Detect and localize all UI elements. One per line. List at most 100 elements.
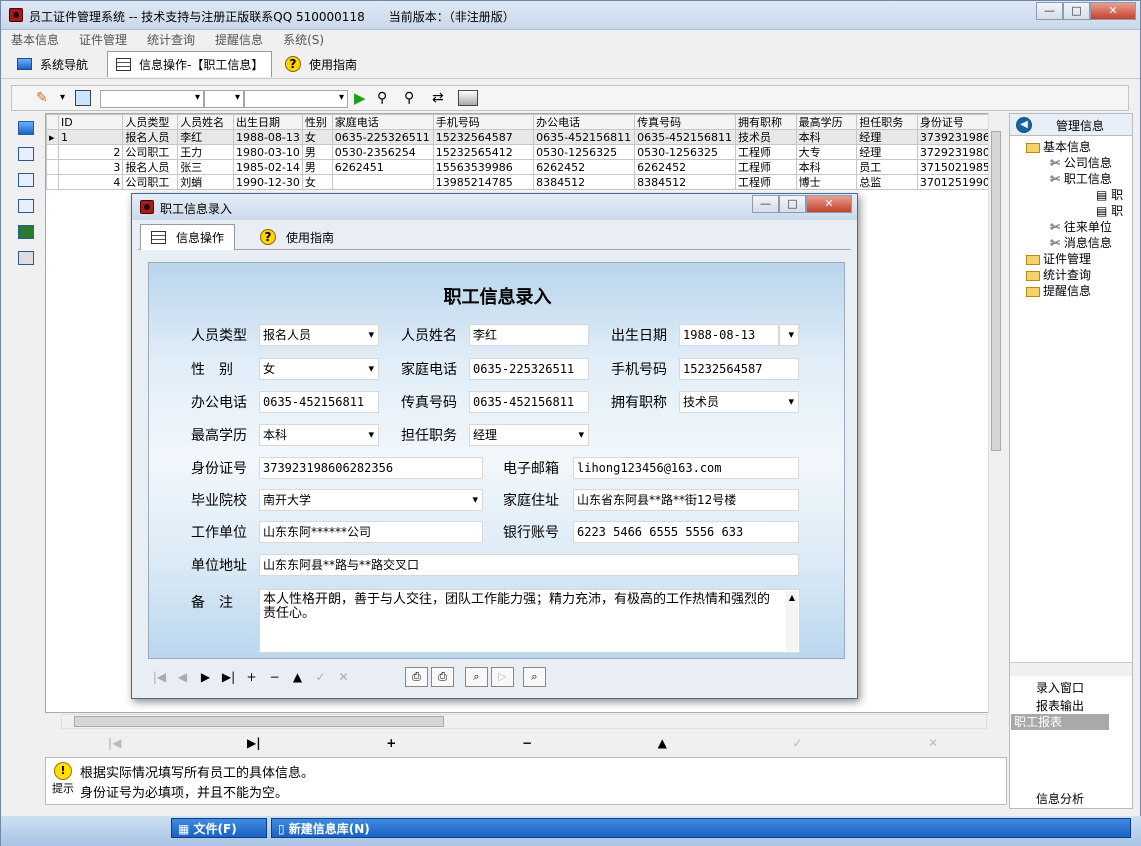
school-select[interactable]: 南开大学	[259, 489, 483, 511]
grid-cell[interactable]: 大专	[795, 144, 858, 160]
unit-address-field[interactable]: 山东东阿县**路与**路交叉口	[259, 554, 799, 576]
grid-cell[interactable]: 0635-225326511	[331, 129, 434, 145]
grid-cell[interactable]: 1988-08-13	[232, 129, 303, 145]
grid-cell[interactable]: 本科	[795, 129, 858, 145]
grid-cell[interactable]: 1990-12-30	[232, 174, 303, 190]
grid-cell[interactable]: 经理	[856, 144, 918, 160]
table-row[interactable]: 2 公司职工 王力 1980-03-10 男 0530-2356254 1523…	[46, 144, 1000, 160]
nav-edit-button[interactable]: ▲	[286, 670, 309, 684]
column-header[interactable]: 办公电话	[533, 114, 636, 130]
grid-cell[interactable]: 经理	[856, 129, 918, 145]
grid-cell[interactable]: 15232564587	[432, 129, 535, 145]
work-unit-field[interactable]: 山东东阿******公司	[259, 521, 483, 543]
column-header[interactable]: 人员类型	[122, 114, 179, 130]
nav-cancel-button[interactable]: ✕	[332, 670, 355, 684]
network-icon[interactable]	[18, 147, 34, 161]
tab-info-operation[interactable]: 信息操作	[140, 224, 236, 250]
memo-scrollbar[interactable]: ▲	[786, 591, 798, 651]
grid-cell[interactable]: 15232565412	[432, 144, 535, 160]
grid-cell[interactable]: 工程师	[735, 159, 797, 175]
grid-horizontal-scrollbar[interactable]	[61, 714, 987, 729]
title-select[interactable]: 技术员	[679, 391, 799, 413]
find-icon[interactable]: ⚲	[377, 89, 387, 107]
job-select[interactable]: 经理	[469, 424, 589, 446]
grid-cell[interactable]: 3	[57, 159, 124, 175]
column-header[interactable]: 手机号码	[432, 114, 535, 130]
document-icon[interactable]	[18, 199, 34, 213]
menu-reminders[interactable]: 提醒信息	[205, 31, 273, 49]
tree-node-basic-info[interactable]: 基本信息	[1026, 138, 1091, 155]
search-icon[interactable]: ⌕	[523, 667, 546, 687]
print-icon[interactable]: ⎙	[405, 667, 428, 687]
nav-post-button[interactable]: ✓	[792, 736, 802, 750]
nav-insert-button[interactable]: +	[240, 670, 263, 684]
grid-cell[interactable]: 王力	[177, 144, 234, 160]
fax-field[interactable]: 0635-452156811	[469, 391, 589, 413]
address-field[interactable]: 山东省东阿县**路**街12号楼	[573, 489, 799, 511]
grid-cell[interactable]: 男	[301, 144, 333, 160]
grid-cell[interactable]: 15563539986	[432, 159, 535, 175]
column-header[interactable]: 担任职务	[856, 114, 918, 130]
entry-window-button[interactable]: 录入窗口	[1011, 680, 1109, 696]
panel-horizontal-scrollbar[interactable]	[1010, 662, 1132, 676]
tab-user-guide[interactable]: ? 使用指南	[250, 224, 344, 250]
column-header[interactable]: 出生日期	[232, 114, 303, 130]
refresh-icon[interactable]: ⇄	[432, 89, 444, 107]
grid-cell[interactable]: 4	[57, 174, 124, 190]
grid-cell[interactable]: 0635-452156811	[634, 129, 737, 145]
column-header[interactable]: 人员姓名	[177, 114, 234, 130]
nav-cancel-button[interactable]: ✕	[928, 736, 938, 750]
nav-edit-button[interactable]: ▲	[658, 736, 667, 750]
table-row[interactable]: 4 公司职工 刘蛸 1990-12-30 女 13985214785 83845…	[46, 174, 1000, 190]
grid-cell[interactable]: 0530-2356254	[331, 144, 434, 160]
tree-node-partners[interactable]: ✄ 往来单位	[1050, 218, 1112, 235]
close-button[interactable]: ✕	[806, 195, 852, 213]
grid-cell[interactable]: 男	[301, 159, 333, 175]
grid-cell[interactable]: 博士	[795, 174, 858, 190]
home-tel-field[interactable]: 0635-225326511	[469, 358, 589, 380]
column-header[interactable]: 最高学历	[795, 114, 858, 130]
birth-date-field[interactable]: 1988-08-13	[679, 324, 779, 346]
grid-cell[interactable]: 6262452	[634, 159, 737, 175]
tree-node-sub-1[interactable]: ▤ 职	[1096, 186, 1123, 203]
menu-cert-manage[interactable]: 证件管理	[69, 31, 137, 49]
nav-prior-button[interactable]: ◀	[171, 670, 194, 684]
date-picker-button[interactable]	[779, 324, 799, 346]
office-tel-field[interactable]: 0635-452156811	[259, 391, 379, 413]
education-select[interactable]: 本科	[259, 424, 379, 446]
grid-cell[interactable]: 6262452	[533, 159, 636, 175]
grid-cell[interactable]: 8384512	[533, 174, 636, 190]
play-disabled-icon[interactable]: ▷	[491, 667, 514, 687]
grid-cell[interactable]: 女	[301, 129, 333, 145]
nav-delete-button[interactable]: −	[522, 736, 532, 750]
filter-field-select[interactable]	[100, 90, 204, 108]
grid-cell[interactable]: 技术员	[735, 129, 797, 145]
grid-cell[interactable]: 1985-02-14	[232, 159, 303, 175]
type-select[interactable]: 报名人员	[259, 324, 379, 346]
nav-next-button[interactable]: ▶	[194, 670, 217, 684]
remark-textarea[interactable]: 本人性格开朗，善于与人交往，团队工作能力强；精力充沛，有极高的工作热情和强烈的责…	[259, 589, 800, 653]
tab-user-guide[interactable]: ? 使用指南	[277, 51, 365, 77]
sex-select[interactable]: 女	[259, 358, 379, 380]
mobile-field[interactable]: 15232564587	[679, 358, 799, 380]
nav-first-button[interactable]: |◀	[148, 670, 171, 684]
grid-cell[interactable]: 公司职工	[122, 174, 179, 190]
grid-cell[interactable]: 报名人员	[122, 159, 179, 175]
grid-cell[interactable]: 工程师	[735, 174, 797, 190]
chart-icon[interactable]	[18, 225, 34, 239]
id-number-field[interactable]: 373923198606282356	[259, 457, 483, 479]
grid-cell[interactable]: 8384512	[634, 174, 737, 190]
grid-cell[interactable]: 张三	[177, 159, 234, 175]
preview-icon[interactable]	[75, 90, 91, 106]
dropdown-arrow-icon[interactable]: ▾	[60, 89, 65, 107]
printer-icon[interactable]	[458, 90, 478, 106]
collapse-icon[interactable]: ◀	[1016, 117, 1032, 133]
menu-basic-info[interactable]: 基本信息	[1, 31, 69, 49]
tree-node-cert-manage[interactable]: 证件管理	[1026, 250, 1091, 267]
find-next-icon[interactable]: ⚲	[404, 89, 414, 107]
grid-cell[interactable]: 0530-1256325	[533, 144, 636, 160]
tree-node-employee-info[interactable]: ✄ 职工信息	[1050, 170, 1112, 187]
print-preview-icon[interactable]: ⎙	[431, 667, 454, 687]
pencil-icon[interactable]: ✎	[36, 89, 48, 107]
grid-cell[interactable]: 0530-1256325	[634, 144, 737, 160]
